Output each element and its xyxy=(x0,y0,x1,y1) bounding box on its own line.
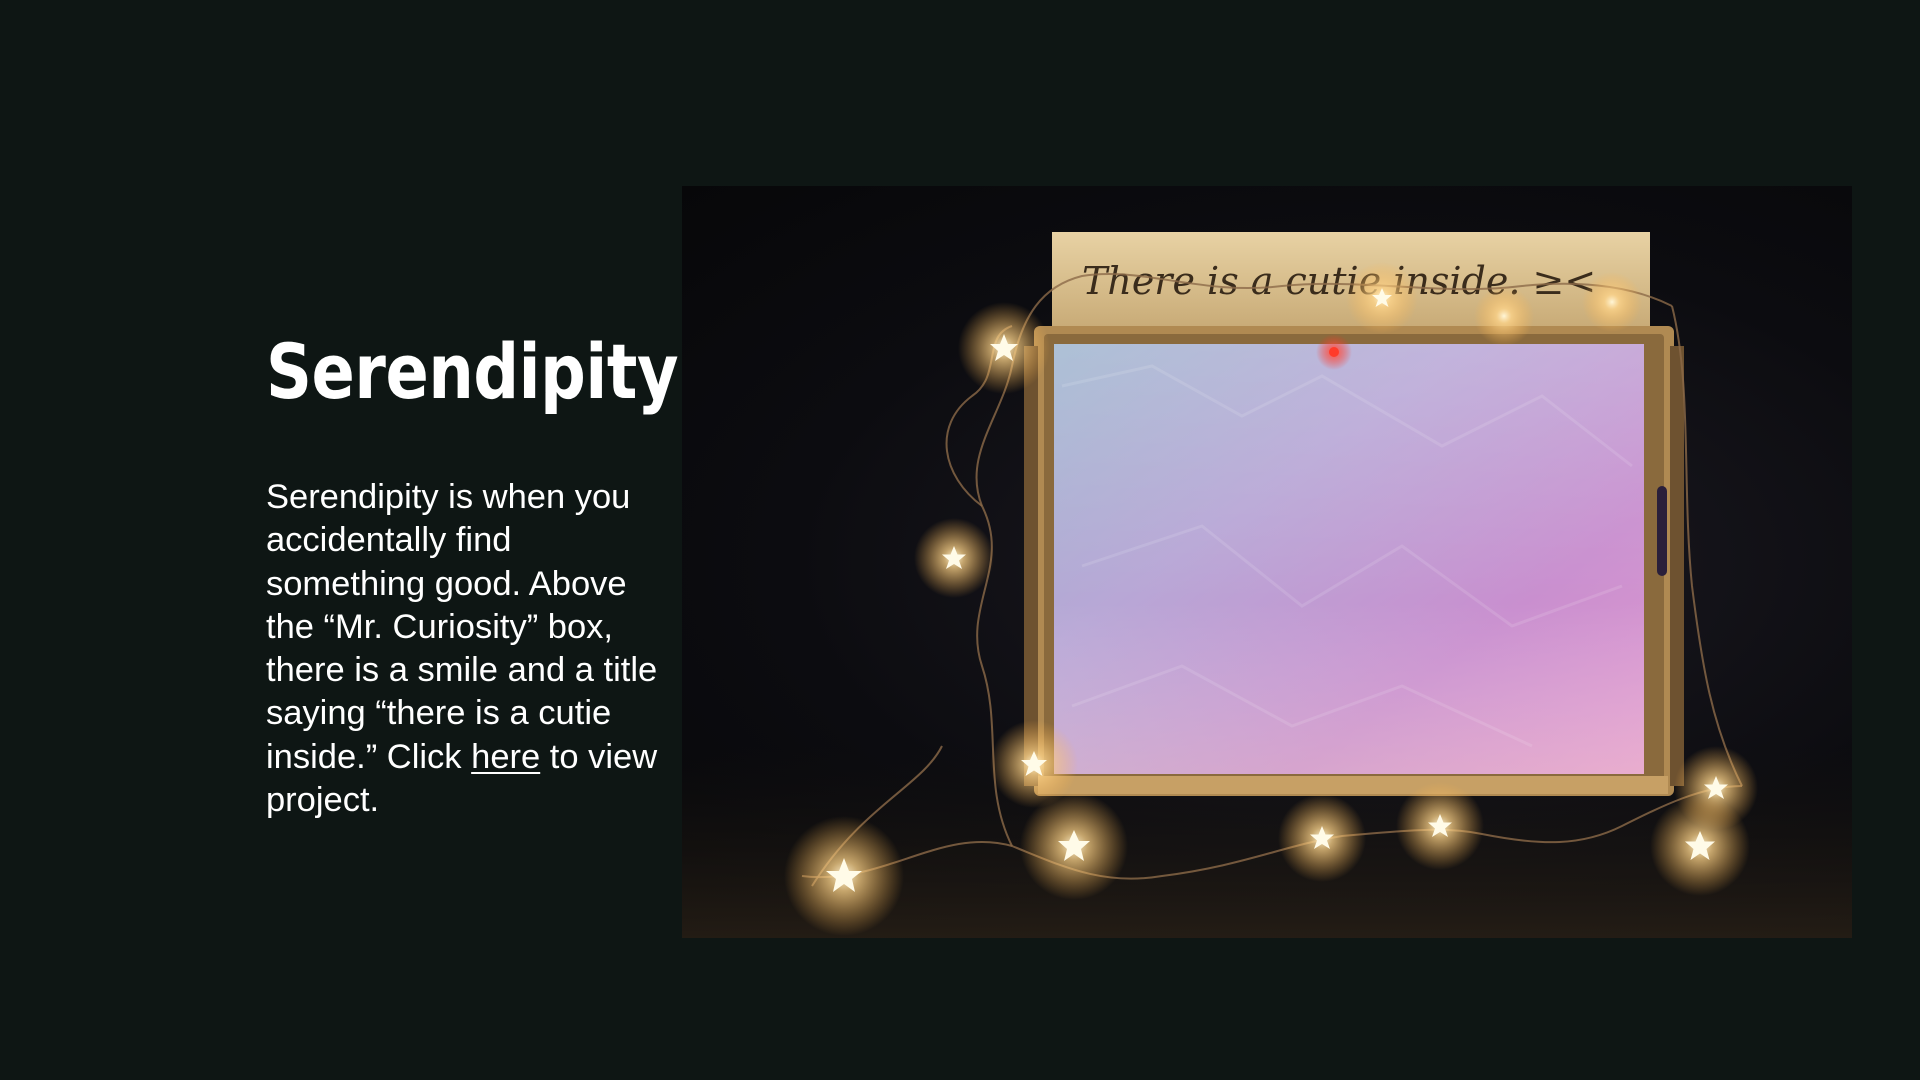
project-link[interactable]: here xyxy=(471,738,540,776)
project-photo: There is a cutie inside. ≥< xyxy=(682,186,1852,938)
slide-description: Serendipity is when you accidentally fin… xyxy=(266,476,666,822)
box xyxy=(1024,326,1684,796)
slide: Serendipity Box Serendipity is when you … xyxy=(0,0,1920,1080)
description-text: Serendipity is when you accidentally fin… xyxy=(266,478,658,776)
